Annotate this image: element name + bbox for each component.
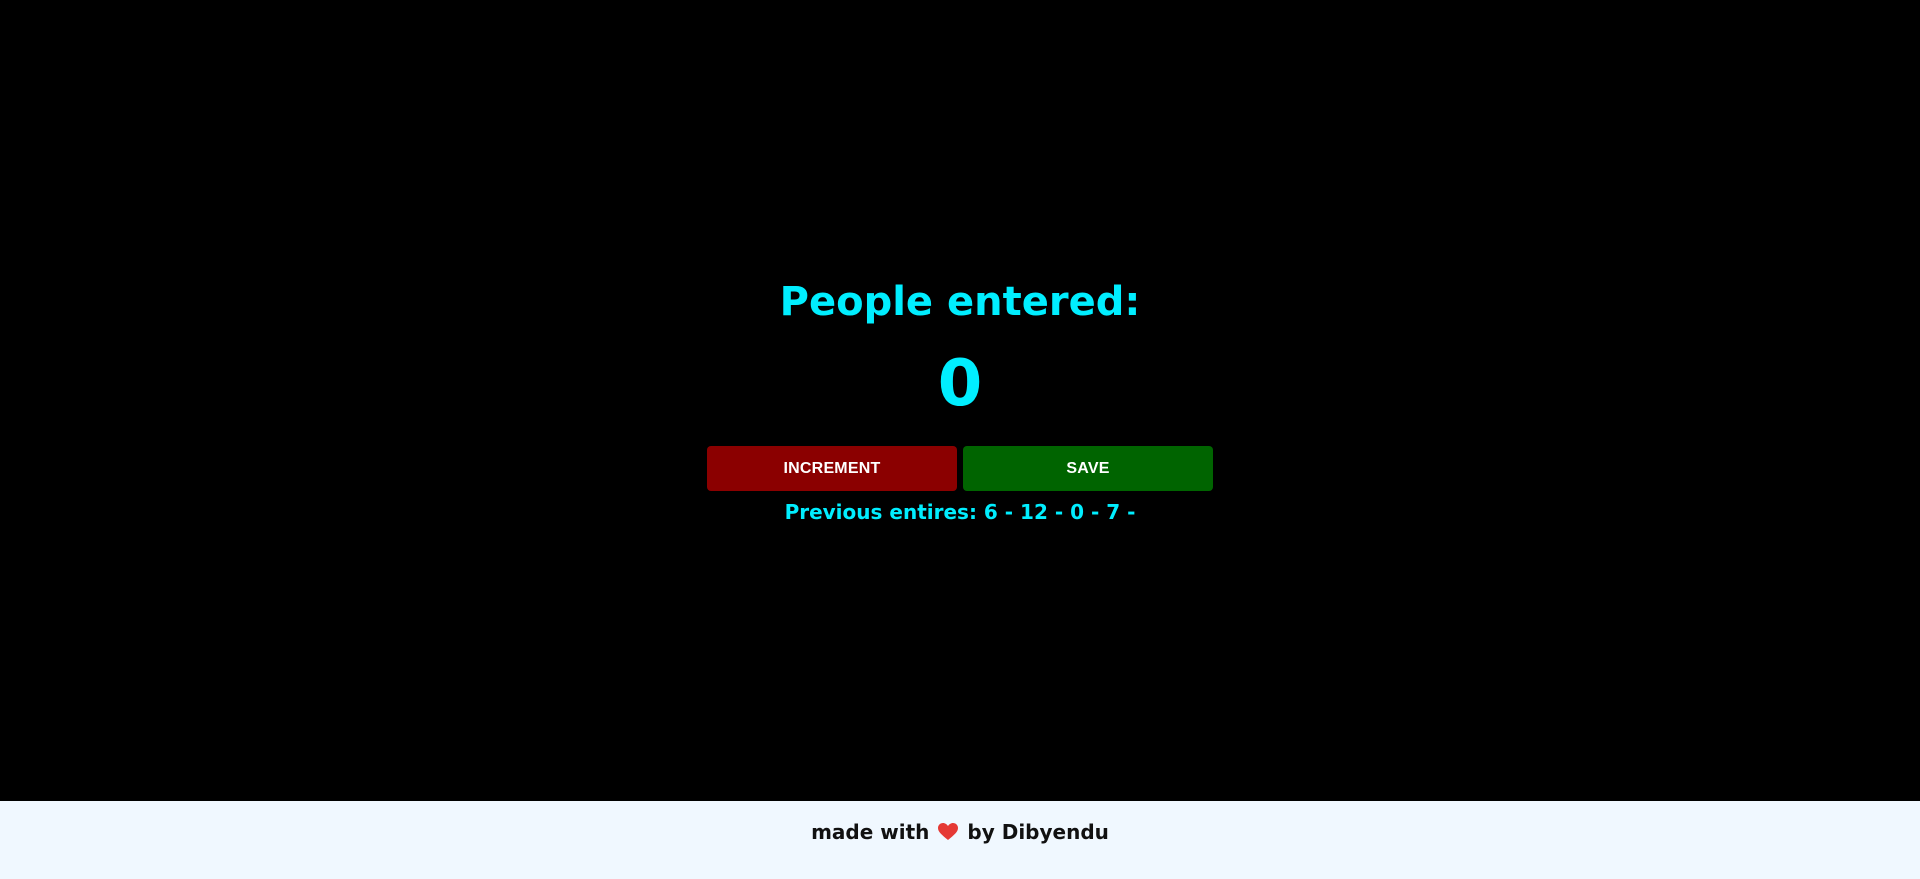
footer: made with by Dibyendu (0, 801, 1920, 879)
previous-entries: Previous entires: 6 - 12 - 0 - 7 - (784, 500, 1136, 524)
button-row: INCREMENT SAVE (707, 446, 1213, 491)
save-button[interactable]: SAVE (963, 446, 1213, 491)
footer-prefix: made with (811, 820, 930, 844)
counter-app: People entered: 0 INCREMENT SAVE Previou… (0, 0, 1920, 801)
count-display: 0 (937, 347, 983, 421)
footer-credit: made with by Dibyendu (0, 817, 1920, 847)
heart-icon (938, 819, 959, 840)
page-title: People entered: (779, 279, 1141, 325)
footer-suffix: by Dibyendu (967, 820, 1109, 844)
increment-button[interactable]: INCREMENT (707, 446, 957, 491)
